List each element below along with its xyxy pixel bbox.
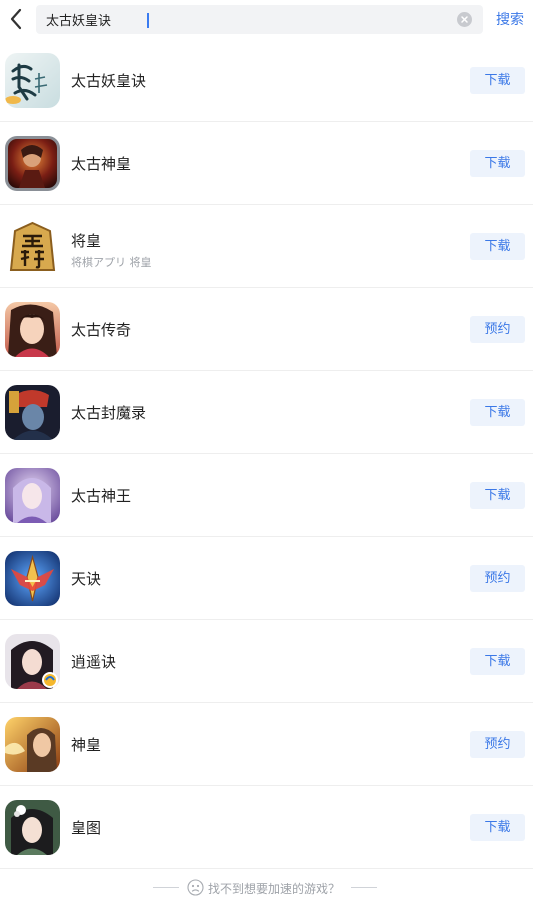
download-button[interactable]: 下载 bbox=[470, 814, 525, 841]
game-name: 皇图 bbox=[71, 819, 102, 837]
text-cursor bbox=[147, 13, 149, 28]
top-bar: 搜索 bbox=[0, 0, 533, 40]
reserve-button[interactable]: 预约 bbox=[470, 316, 525, 343]
list-item[interactable]: 太古神皇 下载 bbox=[0, 122, 533, 205]
download-button[interactable]: 下载 bbox=[470, 482, 525, 509]
list-item[interactable]: 太古神王 下载 bbox=[0, 454, 533, 537]
download-button[interactable]: 下载 bbox=[470, 399, 525, 426]
game-icon-xiaoyao bbox=[5, 634, 60, 689]
game-icon-taigu-yaohuang bbox=[5, 53, 60, 108]
footer-divider-right bbox=[351, 887, 377, 888]
footer-divider-left bbox=[153, 887, 179, 888]
list-item[interactable]: 皇图 下载 bbox=[0, 786, 533, 869]
list-item[interactable]: 太古妖皇诀 下载 bbox=[0, 39, 533, 122]
game-name: 太古传奇 bbox=[71, 321, 132, 339]
game-name: 逍遥诀 bbox=[71, 653, 117, 671]
game-name: 太古妖皇诀 bbox=[71, 72, 147, 90]
game-name: 太古封魔录 bbox=[71, 404, 147, 422]
game-name: 太古神皇 bbox=[71, 155, 132, 173]
download-button[interactable]: 下载 bbox=[470, 67, 525, 94]
game-name: 神皇 bbox=[71, 736, 102, 754]
not-found-footer[interactable]: 找不到想要加速的游戏？ bbox=[0, 872, 533, 902]
game-name: 天诀 bbox=[71, 570, 102, 588]
search-results-list: 太古妖皇诀 下载 太古神皇 下载 将皇 将棋アプリ 将皇 下载 太古传奇 预约 … bbox=[0, 39, 533, 869]
game-icon-taigu-fengmo bbox=[5, 385, 60, 440]
search-button[interactable]: 搜索 bbox=[496, 9, 524, 29]
download-button[interactable]: 下载 bbox=[470, 233, 525, 260]
game-name: 将皇 bbox=[71, 232, 102, 250]
list-item[interactable]: 太古封魔录 下载 bbox=[0, 371, 533, 454]
search-box[interactable] bbox=[36, 5, 483, 34]
list-item[interactable]: 天诀 预约 bbox=[0, 537, 533, 620]
footer-text: 找不到想要加速的游戏？ bbox=[208, 882, 341, 896]
reserve-button[interactable]: 预约 bbox=[470, 731, 525, 758]
list-item[interactable]: 太古传奇 预约 bbox=[0, 288, 533, 371]
list-item[interactable]: 将皇 将棋アプリ 将皇 下载 bbox=[0, 205, 533, 288]
list-item[interactable]: 神皇 预约 bbox=[0, 703, 533, 786]
divider bbox=[0, 868, 533, 869]
list-item[interactable]: 逍遥诀 下载 bbox=[0, 620, 533, 703]
game-name: 太古神王 bbox=[71, 487, 132, 505]
download-button[interactable]: 下载 bbox=[470, 648, 525, 675]
game-icon-taigu-chuanqi bbox=[5, 302, 60, 357]
reserve-button[interactable]: 预约 bbox=[470, 565, 525, 592]
game-icon-shogi bbox=[5, 219, 60, 274]
game-subtitle: 将棋アプリ 将皇 bbox=[71, 256, 152, 269]
game-icon-taigu-shenhuang bbox=[5, 136, 60, 191]
game-icon-taigu-shenwang bbox=[5, 468, 60, 523]
game-icon-shenhuang bbox=[5, 717, 60, 772]
sad-face-icon bbox=[187, 879, 204, 896]
game-icon-huangtu bbox=[5, 800, 60, 855]
game-icon-tianjue bbox=[5, 551, 60, 606]
search-input[interactable] bbox=[46, 5, 446, 34]
back-arrow-icon[interactable] bbox=[6, 6, 28, 32]
clear-icon[interactable] bbox=[457, 12, 472, 27]
download-button[interactable]: 下载 bbox=[470, 150, 525, 177]
